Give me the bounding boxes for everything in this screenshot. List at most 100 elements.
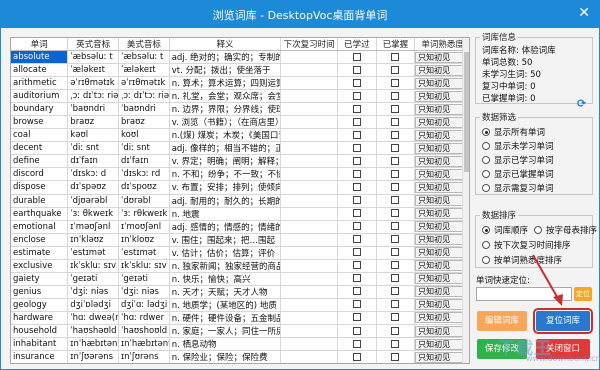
cell-word[interactable]: genius (11, 285, 69, 299)
cell-next-review[interactable] (280, 89, 339, 104)
cell-next-review[interactable] (280, 246, 339, 260)
locate-button[interactable]: 定位 (574, 287, 592, 301)
cell-mastered[interactable] (376, 324, 416, 339)
cell-us-phonetic[interactable]: ˈɜː rθkweɪk (118, 207, 170, 221)
cell-learned[interactable] (337, 128, 377, 143)
table-row[interactable]: browsebraʊzbraʊzv. 浏览（书籍）；（在商店里）随便看看只知初见… (11, 115, 469, 130)
cell-learned[interactable] (337, 324, 377, 339)
learned-checkbox[interactable] (352, 143, 361, 152)
table-row[interactable]: inhabitant ɪnˈhæbɪtənt ɪnˈhæbɪtənt n. 栖息动物只… (11, 337, 469, 352)
cell-word[interactable]: absolute (11, 50, 69, 65)
learned-checkbox[interactable] (352, 222, 361, 231)
table-row[interactable]: enclose ɪnˈkləʊz ɪnˈkloʊz v. 围住；围起来；把…围起 只知初… (11, 233, 469, 247)
cell-us-phonetic[interactable]: ˈgeɪəti (118, 272, 170, 286)
cell-definition[interactable]: n. 礼堂，会堂；观众席；会堂 (169, 89, 282, 104)
cell-learned[interactable] (337, 337, 377, 352)
cell-word[interactable]: household (11, 324, 69, 339)
learned-checkbox[interactable] (352, 65, 361, 74)
learned-checkbox[interactable] (352, 91, 361, 100)
table-row[interactable]: allocate ˈæləkeɪt ˈæləkeɪt vt. 分配；拨出；使坐落于 只知… (11, 63, 469, 78)
table-row[interactable]: boundaryˈbaʊndriˈbaʊndrin. 边界；界限；分界线；使球越… (11, 102, 469, 117)
table-row[interactable]: auditoriumˌɔː dɪˈtɔː riəmˌɔː dɪˈtɔː riəm… (11, 89, 469, 104)
cell-us-phonetic[interactable]: ɪnˈʃʊrəns (118, 350, 170, 363)
mastered-checkbox[interactable] (391, 287, 400, 296)
cell-uk-phonetic[interactable]: ɪnˈhæbɪtənt (67, 337, 119, 352)
cell-next-review[interactable] (280, 324, 339, 339)
cell-learned[interactable] (337, 259, 377, 273)
cell-learned[interactable] (337, 246, 377, 260)
cell-mastered[interactable] (376, 298, 416, 312)
cell-uk-phonetic[interactable]: ˈdiː snt (67, 141, 119, 156)
cell-definition[interactable]: adj. 耐用的；耐久的；长期的 (169, 194, 282, 208)
locate-input[interactable] (476, 287, 572, 301)
filter-learned[interactable]: 显示已学习单词 (482, 154, 554, 166)
col-learned[interactable]: 已学过 (337, 38, 377, 51)
cell-word[interactable]: estimate (11, 246, 69, 260)
cell-learned[interactable] (337, 220, 377, 234)
table-row[interactable]: hardware ˈhɑː dweə(r) ˈhɑː rdwer n. 硬件；硬件设备… (11, 311, 469, 325)
cell-mastered[interactable] (376, 128, 416, 143)
table-row[interactable]: emotional ɪˈməʊʃənl ɪˈmoʊʃənl adj. 感情的；情感的；… (11, 220, 469, 234)
cell-word[interactable]: dispose (11, 180, 69, 195)
cell-uk-phonetic[interactable]: ˈhaʊshəʊld (67, 324, 119, 339)
cell-learned[interactable] (337, 272, 377, 286)
cell-learned[interactable] (337, 154, 377, 169)
cell-us-phonetic[interactable]: koʊl (118, 128, 170, 143)
cell-definition[interactable]: n. 独家新闻；独家经营的商品 (169, 259, 282, 273)
cell-us-phonetic[interactable]: ˈestɪmət (118, 246, 170, 260)
cell-word[interactable]: gaiety (11, 272, 69, 286)
mastered-checkbox[interactable] (391, 143, 400, 152)
cell-learned[interactable] (337, 298, 377, 312)
learned-checkbox[interactable] (352, 261, 361, 270)
learned-checkbox[interactable] (352, 209, 361, 218)
col-definition[interactable]: 释义 (169, 38, 282, 51)
learned-checkbox[interactable] (352, 352, 361, 361)
cell-learned[interactable] (337, 207, 377, 221)
cell-uk-phonetic[interactable]: ˈæbsəluː t (67, 50, 119, 65)
table-row[interactable]: genius ˈdʒiː niəs ˈdʒiː niəs n. 天才；天赋；天才人物只… (11, 285, 469, 299)
cell-uk-phonetic[interactable]: dɪˈspəʊz (67, 180, 119, 195)
cell-next-review[interactable] (280, 180, 339, 195)
table-row[interactable]: exclusive ɪkˈskluː sɪv ɪkˈskluː sɪv n. 独家新闻… (11, 259, 469, 273)
mastered-checkbox[interactable] (391, 52, 400, 61)
mastered-checkbox[interactable] (391, 352, 400, 361)
cell-next-review[interactable] (280, 337, 339, 352)
cell-mastered[interactable] (376, 115, 416, 130)
cell-us-phonetic[interactable]: ˈdʒiː niəs (118, 285, 170, 299)
cell-mastered[interactable] (376, 285, 416, 299)
mastered-checkbox[interactable] (391, 222, 400, 231)
cell-learned[interactable] (337, 194, 377, 208)
learned-checkbox[interactable] (352, 169, 361, 178)
cell-next-review[interactable] (280, 194, 339, 208)
table-row[interactable]: definedɪˈfaɪndɪˈfaɪnv. 界定；明确；阐明；解释；规定只知初… (11, 154, 469, 169)
cell-definition[interactable]: v. 布置；安排；排列；使倾向于 (169, 180, 282, 195)
cell-definition[interactable]: n. 家庭；一家人；同住一所房子的人 (169, 324, 282, 339)
cell-word[interactable]: define (11, 154, 69, 169)
table-row[interactable]: coalkəʊlkoʊln.(煤) 煤炭；木炭；《美国口语》只知初见▼ (11, 128, 469, 143)
mastered-checkbox[interactable] (391, 91, 400, 100)
cell-uk-phonetic[interactable]: ˈæləkeɪt (67, 63, 119, 78)
mastered-checkbox[interactable] (391, 209, 400, 218)
filter-mastered[interactable]: 显示已掌握单词 (482, 168, 554, 180)
cell-definition[interactable]: adj. 感情的；情感的；情绪的 (169, 220, 282, 234)
cell-next-review[interactable] (280, 272, 339, 286)
radio-icon[interactable] (482, 226, 490, 234)
cell-mastered[interactable] (376, 102, 416, 117)
cell-next-review[interactable] (280, 167, 339, 182)
cell-word[interactable]: insurance (11, 350, 69, 363)
sort-alpha[interactable]: 按字母表排序 (534, 224, 597, 236)
cell-word[interactable]: decent (11, 141, 69, 156)
mastered-checkbox[interactable] (391, 117, 400, 126)
cell-uk-phonetic[interactable]: dʒiˈɒlədʒi (67, 298, 119, 312)
learned-checkbox[interactable] (352, 117, 361, 126)
radio-icon[interactable] (482, 142, 490, 150)
cell-definition[interactable]: n. 快乐；愉快；高兴 (169, 272, 282, 286)
filter-review[interactable]: 显示需复习单词 (482, 182, 554, 194)
cell-us-phonetic[interactable]: dɪˈfaɪn (118, 154, 170, 169)
cell-definition[interactable]: n. 地震 (169, 207, 282, 221)
mastered-checkbox[interactable] (391, 130, 400, 139)
cell-mastered[interactable] (376, 76, 416, 91)
learned-checkbox[interactable] (352, 78, 361, 87)
cell-learned[interactable] (337, 76, 377, 91)
learned-checkbox[interactable] (352, 235, 361, 244)
